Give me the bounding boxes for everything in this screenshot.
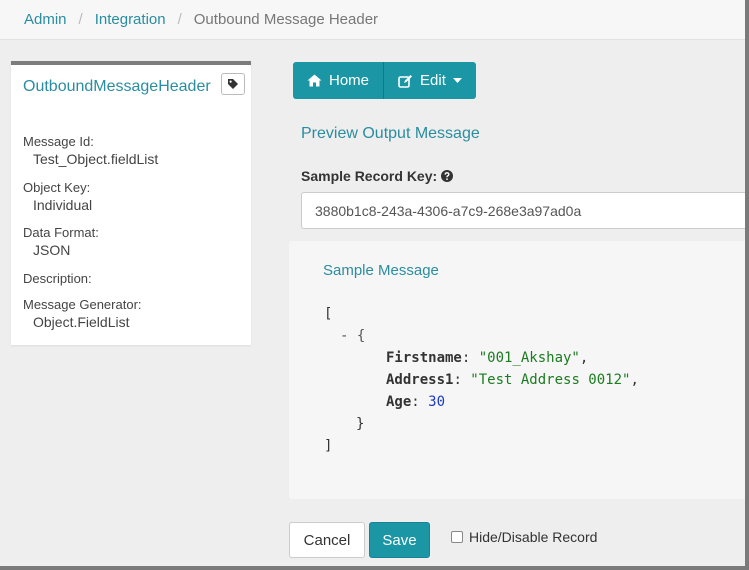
breadcrumb-separator: / [78, 11, 83, 28]
field-description: Description: [23, 271, 92, 288]
edit-icon [398, 74, 413, 88]
sample-message-panel: Sample Message [ - { Firstname: "001_Aks… [289, 241, 745, 499]
question-circle-icon[interactable] [441, 170, 454, 182]
json-entry: Firstname: "001_Akshay", [386, 350, 589, 366]
tag-button[interactable] [221, 73, 245, 95]
field-label: Object Key: [23, 180, 91, 195]
json-comma: , [579, 350, 589, 366]
json-close-brace: } [356, 416, 365, 432]
field-object-key: Object Key: Individual [23, 180, 92, 213]
hide-disable-label: Hide/Disable Record [469, 529, 598, 545]
json-close-brace-line: } [324, 413, 639, 435]
json-number-value: 30 [428, 394, 446, 410]
field-value: JSON [33, 242, 71, 258]
json-entry: Age: 30 [386, 394, 446, 410]
edit-dropdown-button[interactable]: Edit [384, 62, 476, 99]
breadcrumb-separator: / [177, 11, 182, 28]
field-label: Message Id: [23, 134, 94, 149]
field-value: Test_Object.fieldList [33, 151, 159, 167]
cancel-button[interactable]: Cancel [289, 522, 365, 558]
sample-message-title: Sample Message [323, 262, 439, 279]
app-frame: Admin / Integration / Outbound Message H… [0, 0, 745, 566]
json-entry: Address1: "Test Address 0012", [386, 372, 639, 388]
field-data-format: Data Format: JSON [23, 225, 99, 258]
key-label-text: Sample Record Key: [301, 168, 438, 184]
field-value: Individual [33, 197, 93, 213]
hide-disable-checkbox[interactable] [451, 531, 463, 543]
json-key: Firstname [386, 350, 462, 366]
json-viewer: [ - { Firstname: "001_Akshay", Address1:… [324, 303, 639, 457]
hide-disable-record-toggle[interactable]: Hide/Disable Record [451, 529, 597, 545]
sample-record-key-label: Sample Record Key: [301, 168, 454, 184]
json-comma: , [630, 372, 639, 388]
home-icon [307, 74, 322, 87]
caret-down-icon [452, 77, 462, 83]
field-message-id: Message Id: Test_Object.fieldList [23, 134, 158, 167]
breadcrumb: Admin / Integration / Outbound Message H… [0, 0, 745, 40]
json-collapse-toggle[interactable]: - { [340, 328, 365, 344]
field-label: Message Generator: [23, 297, 142, 312]
json-string-value: "Test Address 0012" [470, 372, 631, 388]
record-title: OutboundMessageHeader [23, 78, 211, 95]
breadcrumb-admin[interactable]: Admin [24, 11, 67, 28]
preview-title: Preview Output Message [301, 125, 480, 142]
json-close-bracket: ] [324, 438, 333, 454]
breadcrumb-integration[interactable]: Integration [95, 11, 166, 28]
field-label: Data Format: [23, 225, 99, 240]
json-open-bracket: [ [324, 306, 333, 322]
home-label: Home [329, 72, 370, 89]
field-label: Description: [23, 271, 92, 286]
action-toolbar: Home Edit [293, 62, 476, 99]
sample-record-key-input[interactable] [301, 192, 745, 229]
field-value: Object.FieldList [33, 314, 130, 330]
field-message-generator: Message Generator: Object.FieldList [23, 297, 142, 330]
json-string-value: "001_Akshay" [478, 350, 580, 366]
home-button[interactable]: Home [293, 62, 384, 99]
save-button[interactable]: Save [369, 522, 430, 558]
edit-label: Edit [420, 72, 446, 89]
json-collapse-line: - { [324, 325, 639, 347]
tag-icon [228, 79, 238, 89]
json-key: Age [386, 394, 412, 410]
json-key: Address1 [386, 372, 454, 388]
record-info-panel: OutboundMessageHeader Message Id: Test_O… [11, 61, 251, 345]
breadcrumb-current: Outbound Message Header [193, 11, 379, 28]
